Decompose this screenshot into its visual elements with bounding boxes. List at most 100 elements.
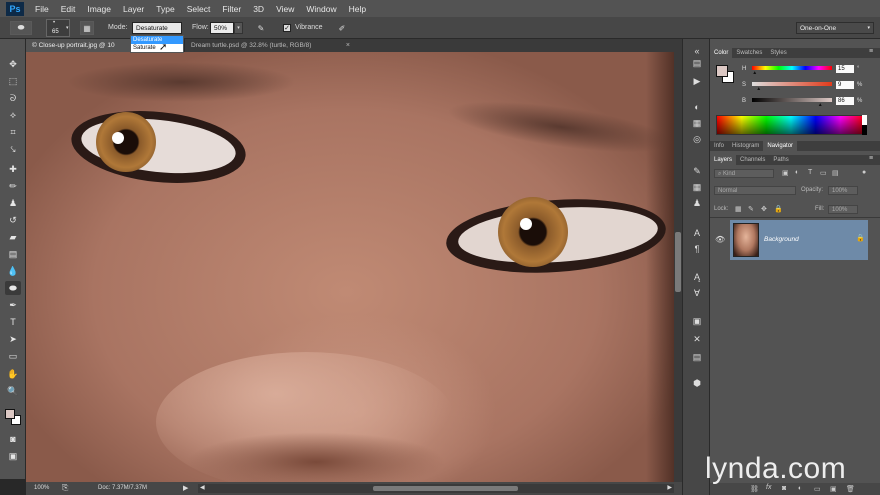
hue-slider-handle[interactable]: ▲ — [752, 71, 757, 76]
brush-preset-picker[interactable]: • 65 ▾ — [46, 19, 70, 37]
link-layers-icon[interactable]: ⛓ — [750, 485, 759, 493]
document-canvas[interactable] — [26, 52, 682, 482]
vertical-scroll-thumb[interactable] — [675, 232, 681, 292]
tab-channels[interactable]: Channels — [736, 155, 769, 165]
menu-select[interactable]: Select — [187, 4, 211, 14]
screen-mode-icon[interactable]: ▣ — [5, 449, 21, 463]
hue-value[interactable]: 15 — [836, 65, 854, 73]
zoom-tool-icon[interactable]: 🔍 — [5, 384, 21, 398]
trash-icon[interactable]: 🗑 — [846, 485, 855, 493]
menu-window[interactable]: Window — [306, 4, 336, 14]
layer-comps-panel-icon[interactable]: ▣ — [691, 315, 703, 327]
adjustment-layer-icon[interactable]: ◐ — [798, 485, 802, 492]
history-brush-tool-icon[interactable]: ↺ — [5, 213, 21, 227]
brush-presets-panel-icon[interactable]: ✎ — [691, 165, 703, 177]
saturation-slider[interactable] — [752, 82, 832, 86]
brush-panel-icon[interactable]: ▦ — [691, 181, 703, 193]
mode-option-desaturate[interactable]: Desaturate — [131, 36, 183, 44]
quick-select-tool-icon[interactable]: ⟡ — [5, 108, 21, 122]
menu-layer[interactable]: Layer — [123, 4, 144, 14]
zoom-level[interactable]: 100% — [34, 485, 49, 491]
menu-file[interactable]: File — [35, 4, 49, 14]
crop-tool-icon[interactable]: ⌗ — [5, 125, 21, 139]
tab-dream-turtle[interactable]: Dream turtle.psd @ 32.8% (turtle, RGB/8)… — [184, 39, 354, 52]
blend-mode-select[interactable]: Normal — [714, 186, 796, 195]
notes-panel-icon[interactable]: ▤ — [691, 351, 703, 363]
menu-filter[interactable]: Filter — [222, 4, 241, 14]
lock-position-icon[interactable]: ✥ — [761, 205, 767, 213]
export-icon[interactable]: ⎘ — [62, 483, 68, 493]
tool-presets-panel-icon[interactable]: ✕ — [691, 333, 703, 345]
tab-styles[interactable]: Styles — [766, 48, 790, 58]
flow-input[interactable]: 50% — [210, 22, 234, 34]
menu-edit[interactable]: Edit — [61, 4, 76, 14]
color-spectrum-ramp[interactable] — [716, 115, 866, 135]
brush-tool-icon[interactable]: ✏ — [5, 179, 21, 193]
lasso-tool-icon[interactable]: ᘐ — [5, 91, 21, 105]
tab-histogram[interactable]: Histogram — [728, 141, 763, 151]
foreground-color-swatch[interactable] — [716, 65, 728, 77]
filter-pixel-icon[interactable]: ▣ — [782, 169, 789, 177]
airbrush-icon[interactable]: ✎ — [254, 21, 268, 35]
vibrance-checkbox[interactable]: ✓ — [283, 24, 291, 32]
vertical-scrollbar[interactable] — [674, 52, 682, 482]
tab-navigator[interactable]: Navigator — [763, 141, 798, 151]
menu-help[interactable]: Help — [349, 4, 366, 14]
visibility-eye-icon[interactable]: 👁 — [715, 235, 725, 244]
panel-menu-icon[interactable]: ≡ — [869, 48, 873, 55]
filter-shape-icon[interactable]: ▭ — [820, 169, 827, 177]
filter-adjustment-icon[interactable]: ◐ — [795, 169, 799, 176]
eyedropper-tool-icon[interactable]: ⤥ — [5, 142, 21, 156]
gradient-tool-icon[interactable]: ▤ — [5, 247, 21, 261]
adjustments-panel-icon[interactable]: ◐ — [691, 101, 703, 113]
white-swatch[interactable] — [862, 115, 867, 125]
opacity-input[interactable]: 100% — [828, 186, 858, 195]
history-panel-icon[interactable]: ▤ — [691, 57, 703, 69]
mode-option-saturate[interactable]: Saturate — [131, 44, 183, 52]
pen-tool-icon[interactable]: ✒ — [5, 298, 21, 312]
tab-paths[interactable]: Paths — [769, 155, 792, 165]
flow-dropdown-button[interactable]: ▾ — [234, 22, 243, 34]
menu-view[interactable]: View — [276, 4, 294, 14]
lock-all-icon[interactable]: 🔒 — [774, 205, 783, 213]
filter-smart-object-icon[interactable]: ▤ — [832, 169, 839, 177]
filter-toggle-icon[interactable]: ● — [862, 169, 866, 176]
menu-type[interactable]: Type — [156, 4, 174, 14]
character-panel-icon[interactable]: A — [691, 227, 703, 239]
tab-color[interactable]: Color — [710, 48, 733, 58]
new-layer-icon[interactable]: ▣ — [830, 485, 837, 493]
menu-image[interactable]: Image — [87, 4, 111, 14]
fill-input[interactable]: 100% — [828, 205, 858, 214]
collapse-panels-icon[interactable]: « — [691, 45, 703, 57]
type-tool-icon[interactable]: T — [5, 315, 21, 329]
saturation-slider-handle[interactable]: ▲ — [756, 87, 761, 92]
scroll-right-icon[interactable]: ▶ — [667, 484, 672, 491]
close-icon[interactable]: × — [346, 39, 350, 52]
status-menu-arrow-icon[interactable]: ▶ — [183, 484, 188, 492]
brush-panel-toggle-icon[interactable]: ▦ — [80, 21, 94, 35]
sponge-tool-icon[interactable]: ⬬ — [5, 281, 21, 295]
lock-transparent-icon[interactable]: ▦ — [735, 205, 742, 213]
tab-info[interactable]: Info — [710, 141, 728, 151]
brightness-value[interactable]: 86 — [836, 97, 854, 105]
sponge-tool-preset-icon[interactable]: ⬬ — [10, 21, 32, 35]
clone-stamp-tool-icon[interactable]: ♟ — [5, 196, 21, 210]
clone-source-panel-icon[interactable]: ♟ — [691, 197, 703, 209]
new-group-icon[interactable]: ▭ — [814, 485, 821, 493]
eraser-tool-icon[interactable]: ▰ — [5, 230, 21, 244]
horizontal-scrollbar[interactable]: ◀ ▶ — [198, 484, 674, 493]
marquee-tool-icon[interactable]: ⬚ — [5, 74, 21, 88]
3d-panel-icon[interactable]: ⬢ — [691, 377, 703, 389]
layer-row-background[interactable]: Background 🔒 — [730, 220, 868, 260]
paragraph-styles-panel-icon[interactable]: Ɐ — [691, 287, 703, 299]
tab-swatches[interactable]: Swatches — [732, 48, 766, 58]
saturation-value[interactable]: 9 — [836, 81, 854, 89]
blur-tool-icon[interactable]: 💧 — [5, 264, 21, 278]
panel-menu-icon[interactable]: ≡ — [869, 155, 873, 162]
brightness-slider-handle[interactable]: ▲ — [818, 103, 823, 108]
character-styles-panel-icon[interactable]: Ą — [691, 271, 703, 283]
styles-panel-icon[interactable]: ◎ — [691, 133, 703, 145]
black-swatch[interactable] — [862, 125, 867, 135]
hue-slider[interactable] — [752, 66, 832, 70]
filter-type-icon[interactable]: T — [808, 169, 812, 176]
